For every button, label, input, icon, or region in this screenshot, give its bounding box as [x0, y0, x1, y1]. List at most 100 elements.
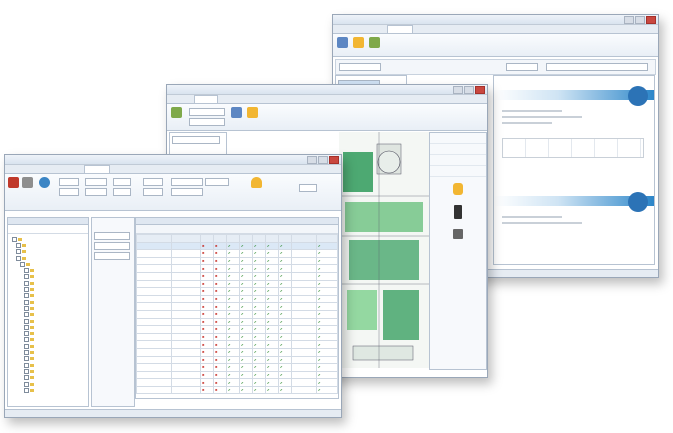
- table-row[interactable]: ✖ ✖ ✔ ✔ ✔ ✔ ✔ ✔: [136, 355, 338, 365]
- checkbox[interactable]: [24, 387, 29, 393]
- report-search-field[interactable]: [546, 63, 648, 71]
- checkbox[interactable]: [24, 324, 29, 330]
- checkbox[interactable]: [24, 337, 29, 343]
- floor-plan-map[interactable]: [339, 132, 429, 368]
- table-row[interactable]: ✖ ✖ ✔ ✔ ✔ ✔ ✔ ✔: [136, 370, 338, 380]
- checkbox[interactable]: [24, 381, 29, 387]
- floorplan-tab-4[interactable]: [242, 95, 264, 103]
- table-row[interactable]: ✖ ✖ ✔ ✔ ✔ ✔ ✔ ✔: [136, 309, 338, 319]
- filter-field-2[interactable]: [94, 242, 130, 250]
- ribbon-field-3[interactable]: [85, 178, 107, 186]
- grid-col-name[interactable]: [136, 234, 172, 243]
- table-row[interactable]: ✖ ✖ ✔ ✔ ✔ ✔ ✔ ✔: [136, 325, 338, 334]
- checkbox[interactable]: [16, 243, 21, 248]
- floorplan-filter[interactable]: [172, 136, 220, 144]
- ribbon-field-9[interactable]: [171, 178, 203, 186]
- report-filter-field[interactable]: [339, 63, 381, 71]
- grid-col-a[interactable]: [200, 234, 214, 243]
- side-panel-item-3[interactable]: [430, 155, 486, 166]
- grid-col-f[interactable]: [265, 234, 279, 243]
- table-row[interactable]: ✖ ✖ ✔ ✔ ✔ ✔ ✔ ✔: [136, 378, 338, 387]
- floorplan-select-2[interactable]: [189, 118, 225, 126]
- table-row[interactable]: ✖ ✖ ✔ ✔ ✔ ✔ ✔ ✔: [136, 340, 338, 349]
- table-row[interactable]: ✖ ✖ ✔ ✔ ✔ ✔ ✔ ✔: [136, 271, 338, 281]
- table-row[interactable]: ✖ ✖ ✔ ✔ ✔ ✔ ✔ ✔: [136, 256, 338, 266]
- grid-col-b[interactable]: [213, 234, 227, 243]
- checkbox[interactable]: [24, 274, 29, 280]
- maximize-button[interactable]: [464, 86, 474, 94]
- checkbox[interactable]: [24, 362, 29, 368]
- ribbon-field-8[interactable]: [143, 188, 163, 196]
- grid-col-e[interactable]: [252, 234, 266, 243]
- checkbox[interactable]: [16, 249, 21, 255]
- minimize-button[interactable]: [307, 156, 317, 164]
- checkbox[interactable]: [24, 287, 29, 293]
- access-tab-3[interactable]: [59, 165, 83, 173]
- minimize-button[interactable]: [453, 86, 463, 94]
- floorplan-button-3[interactable]: [247, 107, 258, 119]
- checkbox[interactable]: [24, 368, 29, 374]
- checkbox[interactable]: [24, 356, 29, 362]
- close-button[interactable]: [646, 16, 656, 24]
- table-row[interactable]: ✖ ✖ ✔ ✔ ✔ ✔ ✔ ✔: [136, 287, 338, 296]
- ribbon-field-2[interactable]: [59, 188, 79, 196]
- grid-col-c[interactable]: [226, 234, 240, 243]
- ribbon-field-10[interactable]: [171, 188, 203, 196]
- ribbon-field-11[interactable]: [205, 178, 229, 186]
- access-tab-6[interactable]: [136, 165, 160, 173]
- checkbox[interactable]: [24, 268, 29, 274]
- checkbox[interactable]: [24, 350, 29, 356]
- report-tab-1[interactable]: [337, 25, 361, 33]
- checkbox[interactable]: [24, 312, 29, 318]
- checkbox[interactable]: [24, 280, 29, 286]
- table-row[interactable]: ✖ ✖ ✔ ✔ ✔ ✔ ✔ ✔: [136, 241, 338, 251]
- table-row[interactable]: ✖ ✖ ✔ ✔ ✔ ✔ ✔ ✔: [136, 279, 338, 289]
- checkbox[interactable]: [24, 299, 29, 305]
- floorplan-tab-1[interactable]: [171, 95, 193, 103]
- report-tab-4[interactable]: [414, 25, 438, 33]
- ribbon-field-12[interactable]: [299, 184, 317, 192]
- table-row[interactable]: ✖ ✖ ✔ ✔ ✔ ✔ ✔ ✔: [136, 294, 338, 304]
- grid-col-id[interactable]: [171, 234, 201, 243]
- checkbox[interactable]: [16, 255, 21, 261]
- ribbon-field-4[interactable]: [85, 188, 107, 196]
- report-button-2[interactable]: [353, 37, 364, 49]
- minimize-button[interactable]: [624, 16, 634, 24]
- floorplan-button-2[interactable]: [231, 107, 242, 119]
- close-button[interactable]: [475, 86, 485, 94]
- table-row[interactable]: ✖ ✖ ✔ ✔ ✔ ✔ ✔ ✔: [136, 317, 338, 327]
- floorplan-select-1[interactable]: [189, 108, 225, 116]
- side-panel-item-1[interactable]: [430, 133, 486, 144]
- grid-col-g[interactable]: [278, 234, 292, 243]
- table-row[interactable]: ✖ ✖ ✔ ✔ ✔ ✔ ✔ ✔: [136, 347, 338, 357]
- report-date-field[interactable]: [506, 63, 538, 71]
- table-row[interactable]: ✖ ✖ ✔ ✔ ✔ ✔ ✔ ✔: [136, 249, 338, 258]
- tree-item[interactable]: [12, 387, 86, 393]
- floorplan-tab-3[interactable]: [219, 95, 241, 103]
- access-tab-2[interactable]: [34, 165, 58, 173]
- grid-col-d[interactable]: [239, 234, 253, 243]
- report-button-3[interactable]: [369, 37, 380, 49]
- ribbon-field-6[interactable]: [113, 188, 131, 196]
- close-button[interactable]: [329, 156, 339, 164]
- grid-col-i[interactable]: [316, 234, 338, 243]
- filter-field-3[interactable]: [94, 252, 130, 260]
- table-row[interactable]: ✖ ✖ ✔ ✔ ✔ ✔ ✔ ✔: [136, 363, 338, 372]
- checkbox[interactable]: [12, 236, 17, 242]
- checkbox[interactable]: [24, 343, 29, 349]
- maximize-button[interactable]: [635, 16, 645, 24]
- checkbox[interactable]: [24, 305, 29, 311]
- access-tab-4[interactable]: [84, 165, 110, 173]
- filter-field-1[interactable]: [94, 232, 130, 240]
- table-row[interactable]: ✖ ✖ ✔ ✔ ✔ ✔ ✔ ✔: [136, 332, 338, 342]
- ribbon-field-5[interactable]: [113, 178, 131, 186]
- checkbox[interactable]: [20, 261, 25, 267]
- report-tab-3[interactable]: [387, 25, 413, 33]
- access-tab-1[interactable]: [9, 165, 33, 173]
- side-panel-item-4[interactable]: [430, 166, 486, 177]
- maximize-button[interactable]: [318, 156, 328, 164]
- ribbon-button-3[interactable]: [39, 177, 50, 189]
- floorplan-button-1[interactable]: [171, 107, 182, 119]
- ribbon-button-1[interactable]: [8, 177, 19, 189]
- table-row[interactable]: ✖ ✖ ✔ ✔ ✔ ✔ ✔ ✔: [136, 264, 338, 273]
